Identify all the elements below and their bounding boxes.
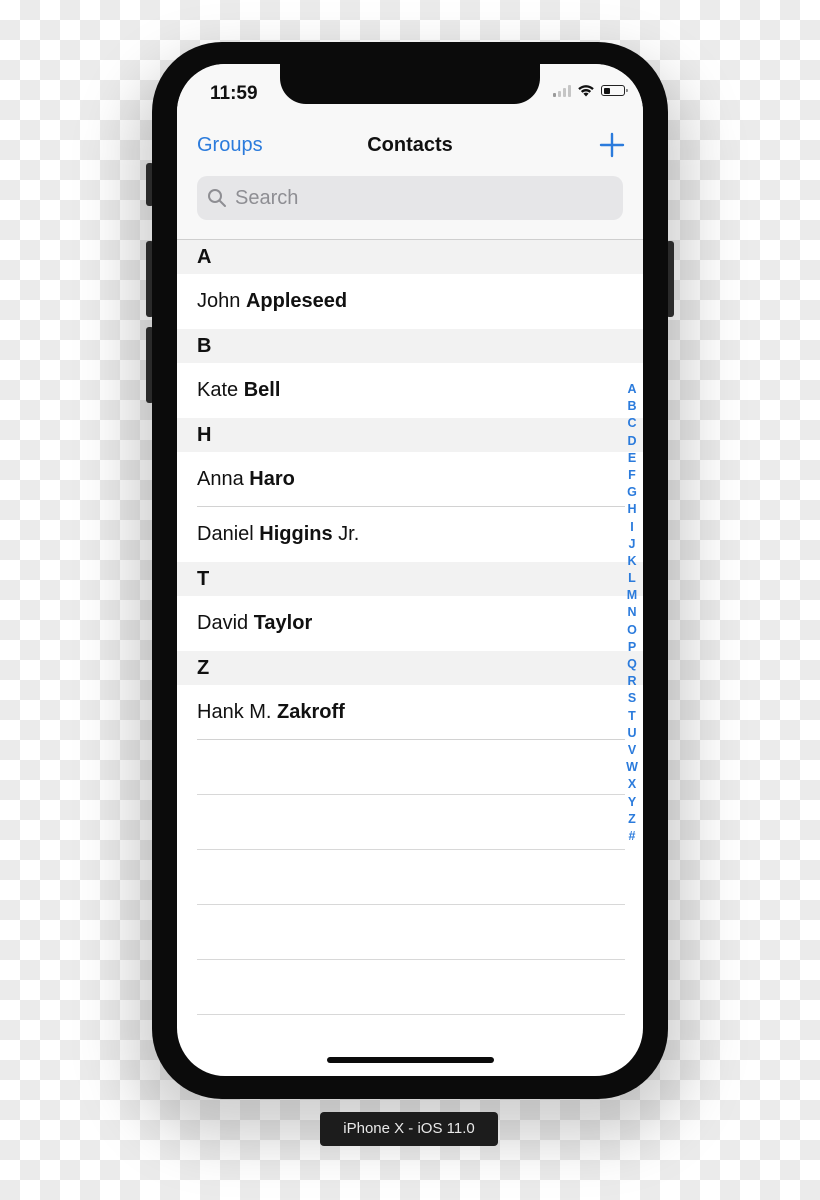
- empty-row: [177, 905, 643, 960]
- status-time: 11:59: [210, 83, 258, 104]
- first-name: Daniel: [197, 523, 254, 545]
- first-name: Anna: [197, 468, 244, 490]
- section-index-letter[interactable]: X: [628, 776, 636, 793]
- battery-level: [603, 87, 610, 94]
- section-index-letter[interactable]: J: [629, 536, 636, 553]
- status-icons: [553, 84, 628, 97]
- search-icon: [208, 189, 226, 207]
- section-index-letter[interactable]: Z: [628, 811, 636, 828]
- section-index-letter[interactable]: S: [628, 690, 636, 707]
- empty-row: [177, 795, 643, 850]
- contact-row[interactable]: Daniel Higgins Jr.: [177, 507, 643, 562]
- section-index-letter[interactable]: D: [627, 433, 636, 450]
- page-title: Contacts: [367, 134, 453, 156]
- first-name: John: [197, 290, 241, 312]
- section-index-letter[interactable]: F: [628, 467, 636, 484]
- first-name: David: [197, 612, 249, 634]
- empty-row: [177, 850, 643, 905]
- cellular-signal-icon: [553, 84, 571, 97]
- section-header-z: Z: [177, 651, 643, 685]
- name-suffix: Jr.: [338, 523, 360, 545]
- section-index-letter[interactable]: K: [627, 553, 636, 570]
- section-index[interactable]: A B C D E F G H I J K L M N O P Q R S T U V W X Y Z #: [625, 381, 639, 845]
- section-index-letter[interactable]: I: [630, 519, 633, 536]
- last-name: Haro: [249, 468, 295, 490]
- search-input[interactable]: [233, 185, 607, 211]
- add-contact-button[interactable]: [599, 132, 625, 158]
- section-index-letter[interactable]: L: [628, 570, 636, 587]
- battery-icon: [601, 85, 628, 96]
- contact-row[interactable]: Kate Bell: [177, 363, 643, 418]
- section-index-letter[interactable]: R: [627, 673, 636, 690]
- contact-row[interactable]: Anna Haro: [177, 452, 643, 507]
- section-index-letter[interactable]: H: [627, 501, 636, 518]
- section-header-h: H: [177, 418, 643, 452]
- section-index-letter[interactable]: T: [628, 708, 636, 725]
- section-index-letter[interactable]: Q: [627, 656, 637, 673]
- last-name: Higgins: [259, 523, 333, 545]
- section-header-a: A: [177, 240, 643, 274]
- search-bar[interactable]: [197, 176, 623, 220]
- contact-row[interactable]: John Appleseed: [177, 274, 643, 329]
- device-screen: 11:59 Groups Contacts Search A John Appl…: [177, 64, 643, 1076]
- section-index-letter[interactable]: V: [628, 742, 636, 759]
- section-index-letter[interactable]: #: [629, 828, 636, 845]
- first-name: Kate: [197, 379, 239, 401]
- section-index-letter[interactable]: A: [627, 381, 636, 398]
- contact-row[interactable]: David Taylor: [177, 596, 643, 651]
- section-index-letter[interactable]: M: [627, 587, 637, 604]
- contact-row[interactable]: Hank M. Zakroff: [177, 685, 643, 740]
- section-index-letter[interactable]: Y: [628, 794, 636, 811]
- section-index-letter[interactable]: O: [627, 622, 637, 639]
- section-index-letter[interactable]: C: [627, 415, 636, 432]
- last-name: Bell: [243, 379, 281, 401]
- last-name: Taylor: [253, 612, 313, 634]
- last-name: Appleseed: [245, 290, 348, 312]
- section-header-b: B: [177, 329, 643, 363]
- section-index-letter[interactable]: N: [627, 604, 636, 621]
- section-index-letter[interactable]: B: [627, 398, 636, 415]
- section-index-letter[interactable]: W: [626, 759, 638, 776]
- plus-icon: [599, 132, 625, 158]
- empty-row: [177, 740, 643, 795]
- navigation-bar: 11:59 Groups Contacts: [177, 64, 643, 240]
- device-label: iPhone X - iOS 11.0: [320, 1112, 498, 1146]
- notch: [280, 64, 540, 104]
- section-header-t: T: [177, 562, 643, 596]
- section-index-letter[interactable]: G: [627, 484, 637, 501]
- section-index-letter[interactable]: U: [627, 725, 636, 742]
- last-name: Zakroff: [277, 701, 345, 723]
- section-index-letter[interactable]: E: [628, 450, 636, 467]
- first-name: Hank M.: [197, 701, 272, 723]
- contacts-list: A John Appleseed B Kate Bell H Anna Haro…: [177, 240, 643, 1015]
- wifi-icon: [578, 85, 594, 97]
- home-indicator[interactable]: [327, 1057, 494, 1063]
- section-index-letter[interactable]: P: [628, 639, 636, 656]
- empty-row: [177, 960, 643, 1015]
